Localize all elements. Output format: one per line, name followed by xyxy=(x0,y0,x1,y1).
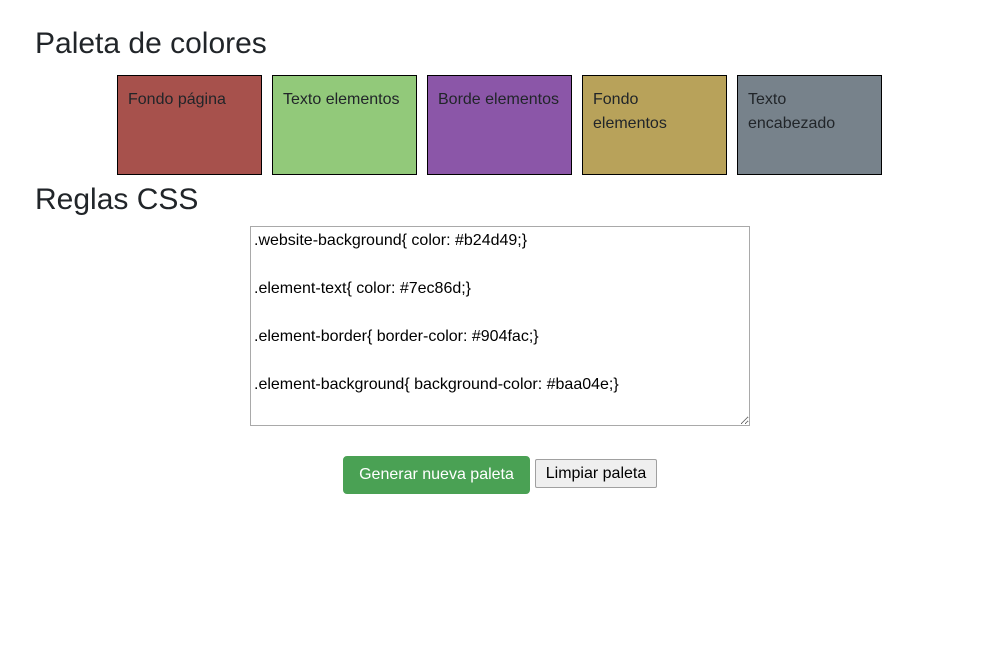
swatch-element-text[interactable]: Texto elementos xyxy=(272,75,417,175)
palette-swatches: Fondo página Texto elementos Borde eleme… xyxy=(117,75,882,175)
palette-title: Paleta de colores xyxy=(35,27,267,60)
css-rules-title: Reglas CSS xyxy=(35,183,199,216)
css-rules-textarea[interactable]: .website-background{ color: #b24d49;} .e… xyxy=(250,226,750,426)
swatch-element-border[interactable]: Borde elementos xyxy=(427,75,572,175)
swatch-header-text[interactable]: Texto encabezado xyxy=(737,75,882,175)
generate-palette-button[interactable]: Generar nueva paleta xyxy=(343,456,530,494)
clear-palette-button[interactable]: Limpiar paleta xyxy=(535,459,657,488)
swatch-element-background[interactable]: Fondo elementos xyxy=(582,75,727,175)
swatch-page-background[interactable]: Fondo página xyxy=(117,75,262,175)
